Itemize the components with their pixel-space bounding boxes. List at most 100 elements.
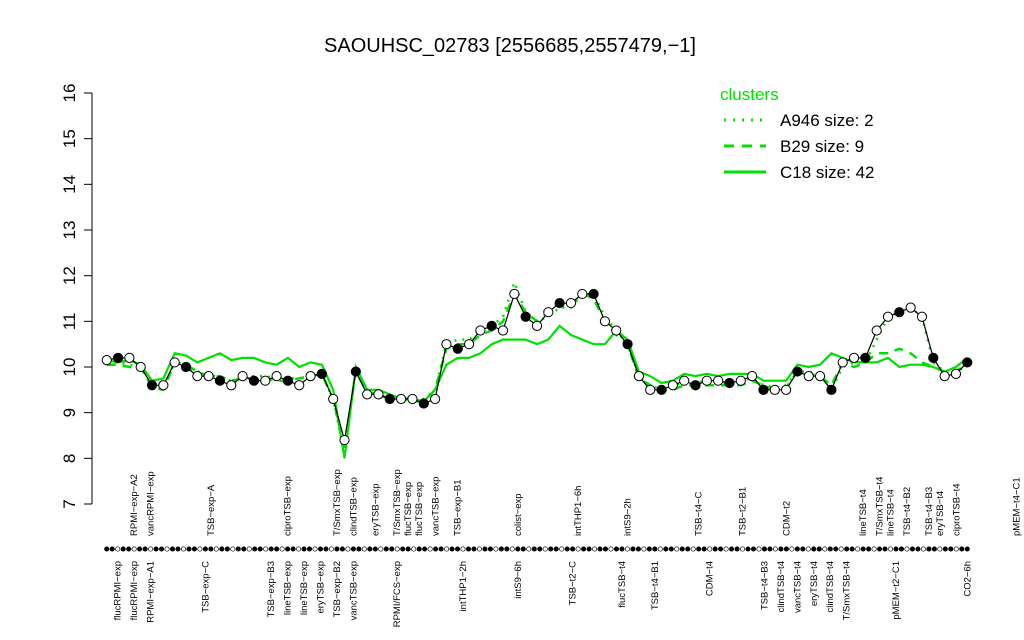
rug-mark-47: [361, 546, 367, 552]
rug-mark-107: [690, 546, 696, 552]
rug-mark-62: [444, 546, 450, 552]
data-point-20: [328, 393, 339, 405]
x-label-bottom-13: TSB−t2−C: [568, 561, 579, 605]
rug-mark-146: [904, 546, 910, 552]
rug-mark-58: [422, 546, 428, 552]
legend: clusters A946 size: 2 B29 size: 9 C18 si…: [720, 85, 875, 182]
data-point-42: [577, 288, 588, 300]
rug-mark-110: [707, 546, 713, 552]
rug-mark-3: [120, 546, 126, 552]
rug-mark-80: [542, 546, 548, 552]
rug-mark-72: [498, 546, 504, 552]
x-label-bottom-9: vancTSB−exp: [348, 561, 359, 620]
data-point-76: [962, 357, 973, 368]
rug-mark-145: [898, 546, 905, 552]
data-point-74: [939, 371, 950, 382]
x-label-bottom-24: CO2−6h: [962, 561, 973, 597]
rug-mark-147: [909, 546, 915, 552]
rug-mark-136: [849, 546, 855, 552]
data-point-27: [407, 393, 418, 405]
x-label-top-2: TSB−exp−A: [206, 484, 217, 536]
data-point-25: [384, 393, 395, 405]
chart-title: SAOUHSC_02783 [2556685,2557479,−1]: [324, 35, 696, 57]
rug-mark-39: [317, 546, 324, 552]
x-label-top-14: intS9−2h: [622, 498, 633, 536]
data-point-60: [780, 384, 792, 395]
rug-mark-149: [920, 546, 926, 552]
rug-mark-101: [657, 546, 663, 552]
x-label-top-18: lineTSB−t4: [858, 489, 869, 536]
rug-mark-49: [372, 546, 378, 552]
rug-mark-27: [252, 546, 258, 552]
rug-mark-81: [548, 546, 554, 552]
data-point-70: [894, 307, 905, 318]
rug-mark-12: [169, 546, 176, 552]
data-point-29: [429, 393, 441, 405]
rug-mark-128: [805, 546, 811, 552]
data-point-28: [418, 398, 429, 409]
data-point-34: [486, 320, 497, 331]
data-point-14: [260, 375, 271, 386]
rug-mark-0: [104, 546, 110, 552]
rug-mark-13: [175, 546, 181, 552]
rug-mark-45: [350, 546, 356, 552]
series-line-1: [106, 291, 969, 450]
rug-layer: [104, 546, 970, 552]
rug-mark-150: [926, 546, 932, 552]
rug-mark-21: [219, 546, 225, 552]
rug-mark-83: [559, 546, 565, 552]
rug-mark-63: [449, 546, 455, 552]
rug-mark-115: [734, 546, 740, 552]
data-point-64: [826, 384, 837, 395]
rug-mark-36: [301, 546, 307, 552]
x-label-bottom-17: TSB−t4−B3: [760, 561, 771, 610]
rug-mark-86: [575, 546, 581, 552]
x-label-bottom-16: CDM−t4: [705, 561, 716, 596]
rug-mark-51: [383, 546, 389, 552]
rug-mark-2: [115, 546, 121, 552]
rug-mark-48: [367, 546, 373, 552]
x-label-bottom-11: intTHP1−2h: [458, 561, 469, 611]
x-label-top-11: TSB−exp−B1: [453, 479, 464, 536]
data-point-37: [520, 311, 531, 322]
rug-mark-127: [800, 546, 806, 552]
data-point-69: [882, 311, 894, 322]
data-point-53: [701, 375, 712, 386]
x-label-top-10: vancTSB−exp: [431, 477, 442, 536]
data-point-0: [101, 355, 112, 366]
rug-mark-114: [729, 546, 735, 552]
x-label-bottom-4: TSB−exp−B3: [266, 561, 277, 618]
rug-mark-131: [822, 546, 828, 552]
rug-mark-97: [635, 546, 641, 552]
data-point-11: [226, 380, 237, 391]
x-label-bottom-19: vancTSB−t4: [792, 561, 803, 613]
data-point-4: [146, 380, 158, 391]
rug-mark-56: [411, 546, 417, 552]
x-label-bottom-3: TSB−exp−C: [200, 561, 211, 613]
rug-mark-75: [515, 546, 521, 552]
rug-mark-71: [493, 546, 499, 552]
rug-mark-59: [427, 546, 433, 552]
rug-mark-154: [948, 546, 954, 552]
y-tick-label-0: 7: [60, 499, 79, 508]
rug-mark-40: [323, 546, 329, 552]
rug-mark-144: [893, 546, 899, 552]
rug-mark-106: [685, 546, 691, 552]
x-label-top-25: pMEM−t4−C1: [1012, 477, 1023, 536]
rug-mark-32: [279, 546, 285, 552]
x-label-top-24: ciproTSB−t4: [951, 483, 962, 536]
rug-mark-111: [712, 546, 718, 552]
rug-mark-151: [931, 546, 937, 552]
x-label-bottom-8: TSB−exp−B2: [332, 561, 343, 618]
rug-mark-122: [772, 546, 778, 552]
rug-mark-88: [586, 546, 592, 552]
y-axis: 7 8 9 10 11 12 13 14 15 16: [60, 84, 93, 509]
series-line-3: [106, 292, 968, 441]
data-point-54: [713, 375, 724, 386]
series-line-0: [106, 278, 969, 455]
legend-label-b29: B29 size: 9: [780, 137, 864, 156]
rug-mark-34: [290, 546, 296, 552]
rug-mark-143: [887, 546, 894, 552]
rug-mark-19: [208, 546, 214, 552]
rug-mark-17: [197, 546, 203, 552]
